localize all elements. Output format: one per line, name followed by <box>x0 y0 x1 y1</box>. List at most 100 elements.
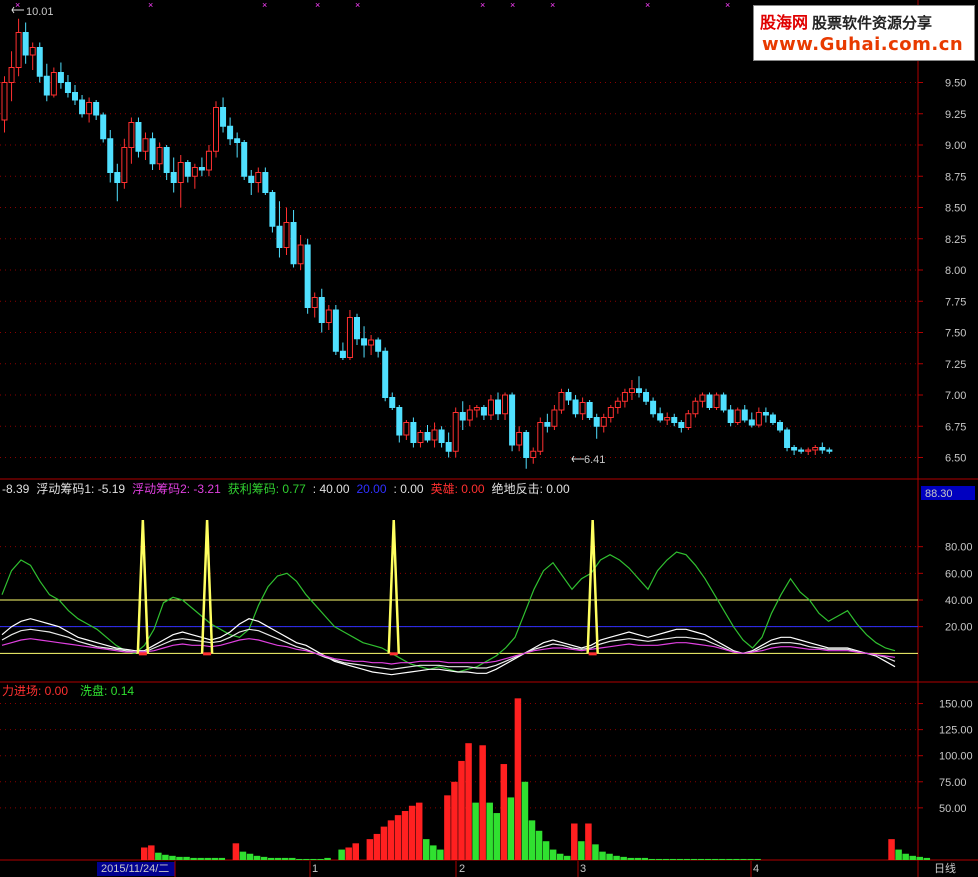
candle-body-74 <box>523 432 530 458</box>
bar-wash-26 <box>437 849 444 860</box>
indicator-legend-item-5: 20.00 <box>357 482 387 496</box>
candle-body-75 <box>530 450 537 458</box>
candle-body-106 <box>748 419 755 426</box>
bar-wash-46 <box>641 857 649 860</box>
bar-entry-1 <box>148 845 155 860</box>
bar-entry-13 <box>444 795 451 860</box>
bar-wash-20 <box>310 858 317 860</box>
candle-body-80 <box>565 392 572 401</box>
candle-body-38 <box>269 192 276 227</box>
candle-body-107 <box>755 412 762 426</box>
bar-entry-7 <box>380 826 388 860</box>
candle-body-23 <box>163 147 170 173</box>
candle-body-35 <box>248 175 255 183</box>
price-tick-label-3: 7.25 <box>945 359 966 371</box>
candle-body-102 <box>720 394 727 411</box>
bar-wash-39 <box>592 844 599 860</box>
candle-body-14 <box>100 114 107 140</box>
candle-body-117 <box>826 449 833 452</box>
candle-body-95 <box>671 417 678 423</box>
low-price-label: 6.41 <box>584 454 605 466</box>
candle-body-78 <box>551 409 558 427</box>
bar-wash-41 <box>606 853 613 860</box>
bar-wash-34 <box>542 841 550 860</box>
candle-body-65 <box>459 412 466 421</box>
date-label-2: 2 <box>459 863 465 875</box>
candle-body-96 <box>678 422 685 428</box>
bar-wash-56 <box>712 858 719 860</box>
indicator-legend: -8.39 浮动筹码1: -5.19 浮动筹码2: -3.21 获利筹码: 0.77:… <box>2 481 570 496</box>
low-label-arrow <box>571 455 584 463</box>
bar-entry-5 <box>366 839 374 860</box>
bar-entry-22 <box>888 839 895 860</box>
bar-entry-3 <box>345 847 352 860</box>
bar-wash-45 <box>634 857 641 860</box>
bar-wash-14 <box>267 857 275 860</box>
indicator-tick-label-0: 20.00 <box>945 622 973 634</box>
top-marker-5: × <box>480 0 485 10</box>
candle-body-61 <box>431 429 438 441</box>
candlestick-series <box>1 18 833 469</box>
candle-body-60 <box>424 432 431 441</box>
bar-series <box>141 698 931 860</box>
candle-body-79 <box>558 392 565 411</box>
bar-entry-17 <box>479 745 486 860</box>
candle-body-28 <box>198 167 205 171</box>
price-tick-label-0: 6.50 <box>945 453 966 465</box>
candle-body-101 <box>713 394 720 408</box>
candle-body-15 <box>107 138 114 173</box>
candle-body-115 <box>812 447 819 451</box>
bar-tick-label-3: 125.00 <box>939 725 973 737</box>
bar-entry-15 <box>458 760 465 860</box>
candle-body-26 <box>184 162 191 177</box>
candle-body-12 <box>86 102 93 115</box>
candle-body-13 <box>93 102 100 116</box>
price-tick-label-2: 7.00 <box>945 390 966 402</box>
candle-body-58 <box>410 422 417 443</box>
bar-wash-17 <box>289 857 296 860</box>
watermark-slogan: 股票软件资源分享 <box>812 14 933 32</box>
bar-wash-62 <box>754 858 761 860</box>
candle-body-59 <box>417 432 424 443</box>
indicator-tick-label-1: 40.00 <box>945 595 973 607</box>
indicator-legend-item-6: : 0.00 <box>394 482 424 496</box>
price-tick-label-4: 7.50 <box>945 328 966 340</box>
indicator-lines <box>0 519 918 676</box>
candle-body-109 <box>769 414 776 423</box>
candle-body-40 <box>283 222 290 248</box>
candle-body-108 <box>762 412 769 416</box>
bar-axis: 50.00 75.00 100.00 125.00 150.00 <box>918 699 973 815</box>
spike-base-2 <box>389 652 398 656</box>
bar-wash-65 <box>909 855 916 860</box>
bar-tick-label-0: 50.00 <box>939 803 967 815</box>
candle-body-42 <box>297 244 304 265</box>
bar-wash-21 <box>317 858 324 860</box>
bar-wash-23 <box>338 849 345 860</box>
indicator-tick-label-3: 80.00 <box>945 542 973 554</box>
period-label[interactable]: 日线 <box>934 861 956 875</box>
bar-entry-8 <box>387 820 395 860</box>
spike-3 <box>586 519 599 654</box>
bar-wash-43 <box>620 856 627 860</box>
candle-body-51 <box>361 338 368 346</box>
top-marker-1: × <box>148 0 153 10</box>
indicator-axis: 20.00 40.00 60.00 80.00 <box>918 486 975 634</box>
candle-body-6 <box>43 75 50 96</box>
bar-entry-10 <box>401 810 409 860</box>
bar-wash-27 <box>472 802 479 860</box>
bar-wash-11 <box>246 853 254 860</box>
candle-body-30 <box>213 107 219 152</box>
bar-wash-4 <box>183 856 190 860</box>
price-tick-label-7: 8.25 <box>945 234 966 246</box>
top-marker-9: × <box>725 0 730 10</box>
bar-wash-0 <box>155 852 162 860</box>
candle-body-5 <box>36 47 43 77</box>
indicator-legend-item-7: 英雄: 0.00 <box>431 481 485 496</box>
bar-wash-66 <box>916 856 923 860</box>
candle-body-43 <box>304 244 311 308</box>
bar-wash-54 <box>697 858 705 860</box>
candle-body-8 <box>57 72 64 83</box>
watermark-brand: 股海网 <box>760 15 809 32</box>
spike-2 <box>387 519 400 654</box>
candle-body-104 <box>734 409 741 423</box>
